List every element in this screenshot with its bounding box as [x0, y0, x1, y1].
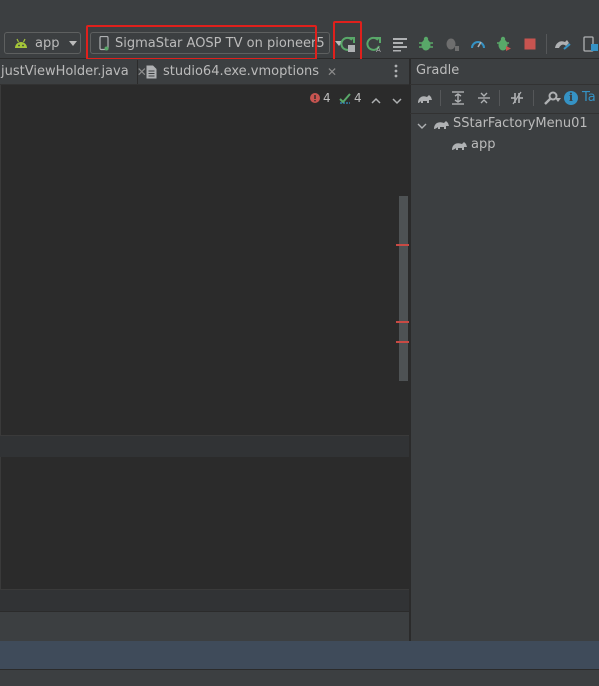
svg-text:A: A: [376, 46, 381, 53]
error-marker[interactable]: [396, 244, 409, 246]
toolbar-separator: [533, 90, 534, 106]
close-icon[interactable]: ✕: [327, 65, 337, 79]
lower-editor-pane[interactable]: [0, 457, 410, 589]
status-bar: [0, 641, 599, 669]
error-marker[interactable]: [396, 341, 409, 343]
chevron-down-icon[interactable]: [391, 92, 403, 105]
gradle-panel: [410, 59, 599, 641]
attach-debugger-icon[interactable]: [443, 35, 461, 53]
gradle-info-link[interactable]: Ta: [582, 90, 596, 105]
debug-rerun-icon[interactable]: [495, 35, 513, 53]
gradle-module-icon: [451, 137, 469, 151]
file-icon: [146, 65, 157, 79]
apply-code-changes-icon[interactable]: A: [365, 35, 383, 53]
chevron-up-icon[interactable]: [370, 92, 382, 104]
module-label: app: [35, 35, 60, 51]
error-icon: [310, 93, 320, 103]
highlight-box-device: [86, 25, 317, 60]
tab-justviewholder[interactable]: justViewHolder.java ✕: [0, 59, 147, 84]
chevron-down-icon: [69, 40, 78, 46]
info-icon[interactable]: i: [564, 91, 578, 105]
debug-bug-icon[interactable]: [417, 35, 435, 53]
tool-window-strip: [0, 611, 409, 642]
tab-vmoptions[interactable]: studio64.exe.vmoptions ✕: [146, 59, 337, 84]
tree-item-project[interactable]: SStarFactoryMenu01: [453, 116, 588, 131]
tab-divider: [137, 60, 138, 84]
tab-label: justViewHolder.java: [1, 64, 129, 79]
tab-label: studio64.exe.vmoptions: [163, 64, 320, 79]
editor-scrollbar[interactable]: [399, 196, 408, 381]
android-icon: [13, 36, 29, 50]
logcat-list-icon[interactable]: [391, 35, 409, 53]
collapse-all-icon[interactable]: [476, 90, 492, 106]
title-strip: [0, 0, 599, 28]
wrench-dropdown-caret[interactable]: [555, 98, 561, 102]
toolbar-separator: [499, 90, 500, 106]
module-selector[interactable]: app: [4, 32, 81, 54]
gradle-project-icon: [433, 116, 451, 130]
device-manager-icon[interactable]: [580, 35, 599, 53]
sync-gradle-icon[interactable]: [554, 35, 572, 53]
typo-check-icon: [339, 92, 351, 104]
tree-expand-chevron-icon[interactable]: [416, 117, 428, 129]
toggle-offline-icon[interactable]: [509, 90, 525, 106]
code-editor[interactable]: [0, 85, 410, 435]
editor-breadcrumb-bar: [0, 435, 409, 459]
stop-icon[interactable]: [521, 35, 539, 53]
bottom-strip: [0, 669, 599, 686]
expand-all-icon[interactable]: [450, 90, 466, 106]
toolbar-separator: [546, 34, 547, 54]
error-count: 4: [323, 91, 331, 105]
warning-count: 4: [354, 91, 362, 105]
error-marker[interactable]: [396, 321, 409, 323]
lower-pane-bar: [0, 589, 409, 612]
gradle-panel-title: Gradle: [416, 63, 460, 78]
profiler-gauge-icon[interactable]: [469, 35, 487, 53]
warning-indicator[interactable]: 4: [339, 91, 362, 105]
toolbar-separator: [440, 90, 441, 106]
more-tabs-icon[interactable]: [389, 63, 403, 79]
tree-item-app[interactable]: app: [471, 137, 495, 152]
gradle-elephant-icon[interactable]: [417, 90, 433, 106]
error-indicator[interactable]: 4: [310, 91, 331, 105]
